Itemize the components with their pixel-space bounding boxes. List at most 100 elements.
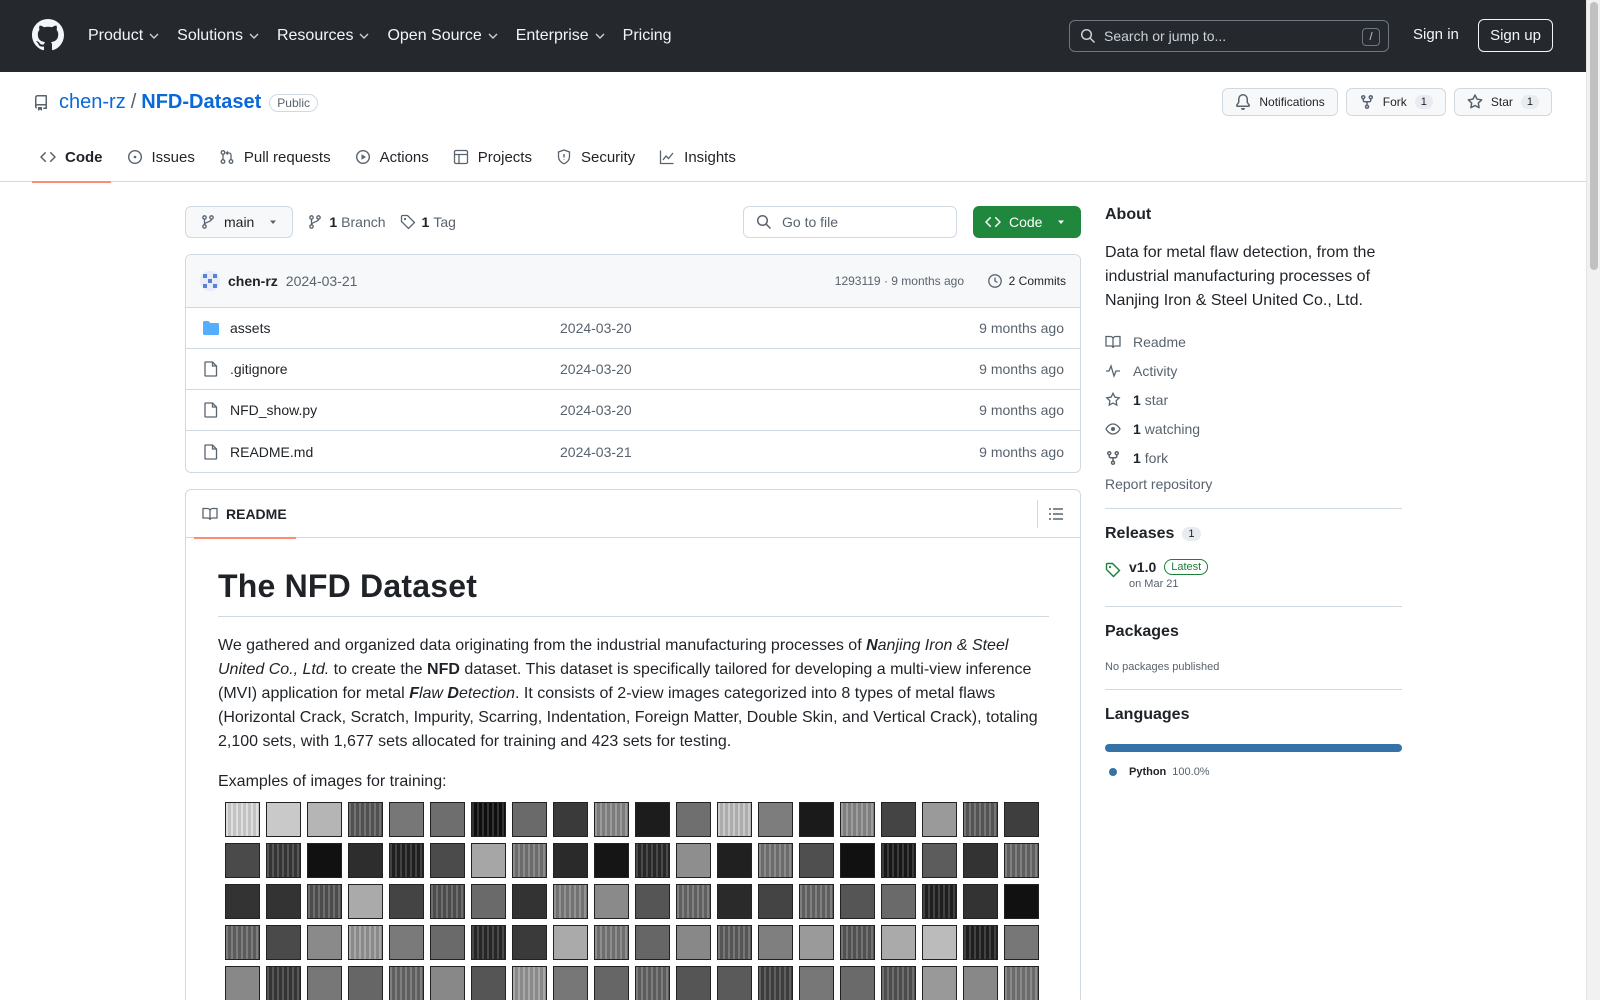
latest-release[interactable]: v1.0 Latest on Mar 21 — [1105, 559, 1402, 590]
file-name[interactable]: README.md — [230, 444, 313, 460]
training-image-thumbnail — [430, 802, 465, 837]
training-image-thumbnail — [471, 843, 506, 878]
file-name[interactable]: NFD_show.py — [230, 402, 317, 418]
training-image-thumbnail — [758, 884, 793, 919]
nav-pricing[interactable]: Pricing — [623, 27, 672, 45]
tab-code[interactable]: Code — [32, 132, 111, 183]
star-button[interactable]: Star 1 — [1453, 88, 1552, 116]
training-image-thumbnail — [512, 802, 547, 837]
nav-product[interactable]: Product — [88, 27, 159, 45]
stars-link[interactable]: 1 star — [1105, 385, 1402, 414]
branch-select-button[interactable]: main — [185, 206, 294, 238]
readme-tab-label: README — [226, 506, 287, 522]
languages-heading: Languages — [1105, 706, 1190, 723]
text: D — [447, 685, 459, 702]
training-image-thumbnail — [225, 802, 260, 837]
sign-in-link[interactable]: Sign in — [1413, 26, 1459, 43]
file-row-nfd-show[interactable]: NFD_show.py 2024-03-20 9 months ago — [186, 390, 1080, 431]
nav-resources[interactable]: Resources — [277, 27, 369, 45]
training-image-thumbnail — [758, 843, 793, 878]
releases-heading-row[interactable]: Releases 1 — [1105, 525, 1402, 543]
fork-button[interactable]: Fork 1 — [1345, 88, 1446, 116]
tags-link[interactable]: 1 Tag — [400, 214, 456, 230]
global-search-input[interactable]: Search or jump to... / — [1069, 20, 1389, 52]
tab-actions[interactable]: Actions — [347, 132, 437, 182]
list-unordered-icon[interactable] — [1048, 506, 1064, 522]
tab-pull-requests[interactable]: Pull requests — [211, 132, 339, 182]
commit-message[interactable]: 2024-03-21 — [286, 273, 358, 289]
watchers-link[interactable]: 1 watching — [1105, 414, 1402, 443]
bell-icon — [1236, 94, 1251, 110]
tab-security[interactable]: Security — [548, 132, 643, 182]
nav-open-source[interactable]: Open Source — [387, 27, 498, 45]
repo-owner-link[interactable]: chen-rz — [59, 91, 126, 114]
file-name[interactable]: .gitignore — [230, 361, 288, 377]
code-dropdown-button[interactable]: Code — [973, 206, 1081, 238]
packages-heading[interactable]: Packages — [1105, 623, 1402, 641]
activity-link[interactable]: Activity — [1105, 356, 1402, 385]
language-python[interactable]: Python 100.0% — [1105, 766, 1402, 778]
file-name[interactable]: assets — [230, 320, 270, 336]
training-image-thumbnail — [799, 884, 834, 919]
readme-panel: README The NFD Dataset We gathered and o… — [185, 489, 1081, 1000]
file-commit-message[interactable]: 2024-03-20 — [560, 361, 632, 377]
scrollbar-thumb[interactable] — [1590, 2, 1598, 270]
tab-label: Actions — [379, 148, 429, 166]
book-icon — [202, 507, 218, 521]
avatar[interactable] — [200, 271, 220, 291]
training-image-thumbnail — [348, 843, 383, 878]
caret-down-icon — [1058, 220, 1065, 224]
file-browser: chen-rz 2024-03-21 1293119 · 9 months ag… — [185, 254, 1081, 473]
tab-label: Insights — [684, 148, 736, 166]
file-commit-message[interactable]: 2024-03-20 — [560, 320, 632, 336]
language-name: Python — [1129, 766, 1167, 778]
tab-projects[interactable]: Projects — [445, 132, 540, 182]
sign-up-button[interactable]: Sign up — [1478, 19, 1553, 52]
tab-insights[interactable]: Insights — [651, 132, 744, 182]
forks-link[interactable]: 1 fork — [1105, 443, 1402, 472]
about-links: Readme Activity 1 star 1 watching 1 fork… — [1105, 327, 1402, 493]
github-logo-icon[interactable] — [32, 19, 64, 51]
training-image-thumbnail — [758, 925, 793, 960]
notifications-button[interactable]: Notifications — [1222, 88, 1338, 116]
latest-badge: Latest — [1164, 559, 1209, 575]
branches-link[interactable]: 1 Branch — [307, 214, 386, 230]
repo-name-link[interactable]: NFD-Dataset — [141, 91, 261, 114]
commit-hash-info[interactable]: 1293119 · 9 months ago — [835, 274, 964, 288]
page-scrollbar[interactable] — [1586, 0, 1600, 1000]
file-icon — [204, 402, 218, 418]
file-row-readme[interactable]: README.md 2024-03-21 9 months ago — [186, 431, 1080, 472]
training-image-thumbnail — [594, 966, 629, 1000]
file-row-assets[interactable]: assets 2024-03-20 9 months ago — [186, 308, 1080, 349]
training-image-thumbnail — [676, 884, 711, 919]
training-image-thumbnail — [717, 966, 752, 1000]
training-image-thumbnail — [389, 966, 424, 1000]
chevron-down-icon — [595, 33, 605, 39]
training-image-thumbnail — [881, 925, 916, 960]
go-to-file-input[interactable]: Go to file — [743, 206, 957, 238]
training-image-thumbnail — [840, 966, 875, 1000]
file-icon — [204, 361, 218, 377]
file-commit-message[interactable]: 2024-03-20 — [560, 402, 632, 418]
nav-enterprise[interactable]: Enterprise — [516, 27, 605, 45]
shield-icon — [557, 149, 571, 165]
training-image-thumbnail — [881, 884, 916, 919]
readme-link[interactable]: Readme — [1105, 327, 1402, 356]
pulse-icon — [1106, 363, 1120, 378]
report-repository-link[interactable]: Report repository — [1105, 476, 1402, 492]
latest-commit-row: chen-rz 2024-03-21 1293119 · 9 months ag… — [186, 255, 1080, 308]
training-image-thumbnail — [471, 966, 506, 1000]
tab-issues[interactable]: Issues — [119, 132, 203, 182]
nav-solutions[interactable]: Solutions — [177, 27, 259, 45]
training-image-thumbnail — [512, 966, 547, 1000]
training-image-thumbnail — [635, 884, 670, 919]
fork-icon — [1107, 450, 1119, 465]
file-row-gitignore[interactable]: .gitignore 2024-03-20 9 months ago — [186, 349, 1080, 390]
training-image-thumbnail — [881, 843, 916, 878]
readme-tab[interactable]: README — [194, 490, 296, 539]
training-image-thumbnail — [676, 802, 711, 837]
training-image-thumbnail — [717, 925, 752, 960]
file-commit-message[interactable]: 2024-03-21 — [560, 444, 632, 460]
commit-author[interactable]: chen-rz — [228, 273, 278, 289]
commits-history-link[interactable]: 2 Commits — [987, 273, 1066, 289]
